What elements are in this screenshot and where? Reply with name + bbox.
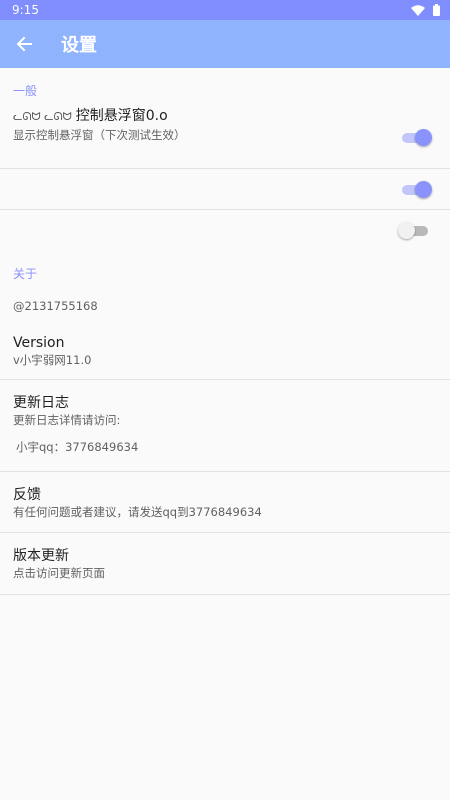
account-id: @2131755168 <box>13 299 98 313</box>
changelog-title: 更新日志 <box>13 395 69 411</box>
setting-2-switch[interactable] <box>402 181 432 198</box>
float-window-setting[interactable]: ᓚᘏᗢ ᓚᘏᗢ 控制悬浮窗0.o 显示控制悬浮窗（下次测试生效） <box>0 99 450 169</box>
wifi-icon <box>411 4 425 16</box>
switch-thumb <box>415 181 432 198</box>
battery-icon <box>433 4 440 16</box>
version-title: Version <box>13 335 65 351</box>
float-window-title-text: 控制悬浮窗0.o <box>75 108 168 124</box>
arrow-back-icon[interactable] <box>14 34 34 54</box>
fish-icon: ᓚᘏᗢ ᓚᘏᗢ <box>13 110 72 123</box>
version-row[interactable]: Version v小宇弱网11.0 <box>0 322 450 380</box>
status-bar: 9:15 <box>0 0 450 20</box>
status-time: 9:15 <box>12 3 39 17</box>
switch-thumb <box>415 129 432 146</box>
version-summary: v小宇弱网11.0 <box>13 353 92 367</box>
account-row[interactable]: @2131755168 <box>0 298 450 322</box>
switch-thumb <box>398 222 415 239</box>
float-window-switch[interactable] <box>402 129 432 146</box>
unlabeled-setting-2[interactable] <box>0 169 450 210</box>
page-title: 设置 <box>61 35 97 56</box>
feedback-summary: 有任何问题或者建议，请发送qq到3776849634 <box>13 505 262 519</box>
app-bar: 设置 <box>0 20 450 68</box>
update-row[interactable]: 版本更新 点击访问更新页面 <box>0 533 450 595</box>
changelog-detail: 小宇qq：3776849634 <box>16 440 139 454</box>
update-title: 版本更新 <box>13 548 69 564</box>
feedback-title: 反馈 <box>13 487 41 503</box>
float-window-summary: 显示控制悬浮窗（下次测试生效） <box>13 128 186 142</box>
unlabeled-setting-3[interactable] <box>0 210 450 250</box>
section-header-general: 一般 <box>13 84 38 98</box>
update-summary: 点击访问更新页面 <box>13 566 105 580</box>
changelog-row[interactable]: 更新日志 更新日志详情请访问: 小宇qq：3776849634 <box>0 380 450 472</box>
status-icons <box>411 4 440 16</box>
feedback-row[interactable]: 反馈 有任何问题或者建议，请发送qq到3776849634 <box>0 472 450 533</box>
section-header-about: 关于 <box>13 267 38 281</box>
float-window-title: ᓚᘏᗢ ᓚᘏᗢ 控制悬浮窗0.o <box>13 107 450 126</box>
setting-3-switch[interactable] <box>398 222 428 239</box>
changelog-summary: 更新日志详情请访问: <box>13 413 121 427</box>
